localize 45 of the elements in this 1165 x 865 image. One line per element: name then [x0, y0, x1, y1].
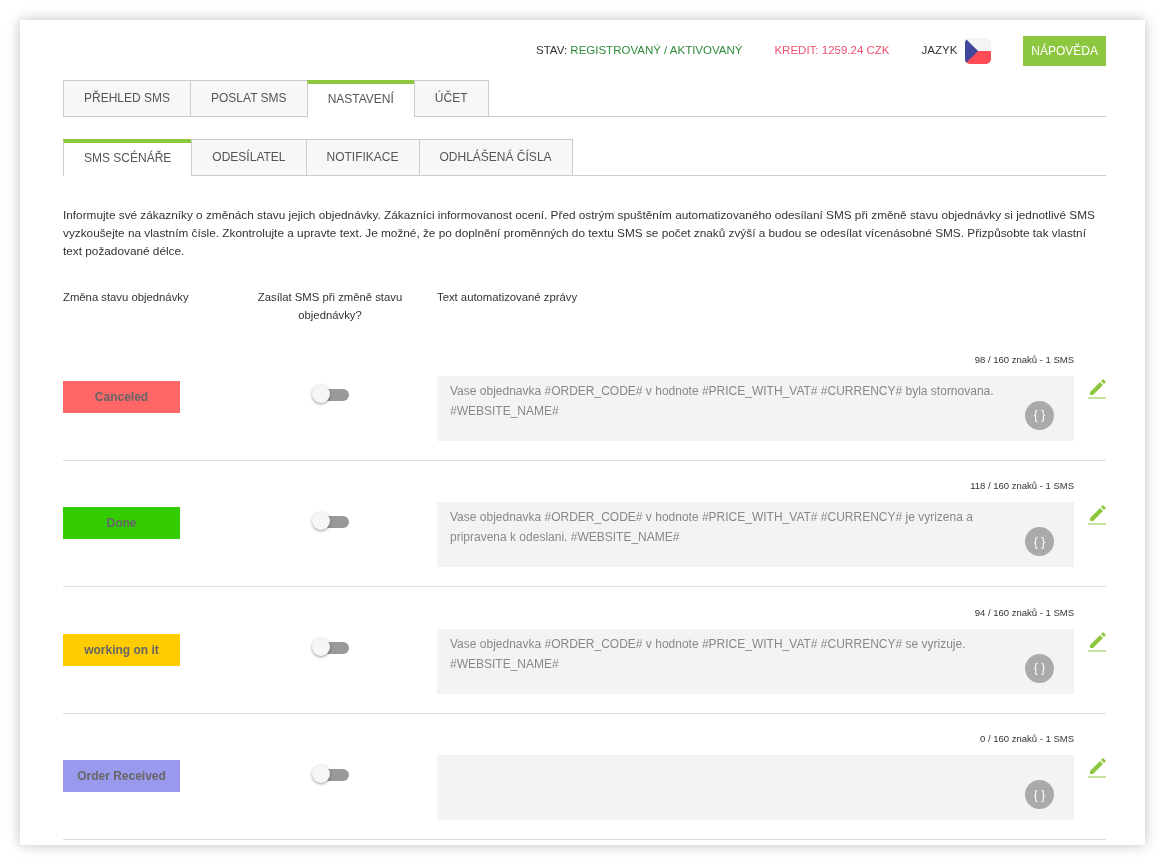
- column-header: Změna stavu objednávky: [63, 290, 190, 305]
- toggle-switch[interactable]: [311, 510, 349, 531]
- flag-icon[interactable]: [965, 38, 992, 64]
- message-text: Vase objednavka #ORDER_CODE# v hodnote #PRICE_WITH_VAT# #CURRENCY# byla stornovana. #WEBSITE_NAME#: [450, 383, 994, 418]
- character-counter: 94 / 160 znaků - 1 SMS: [973, 605, 1075, 620]
- character-counter: 98 / 160 znaků - 1 SMS: [973, 352, 1075, 367]
- toggle-switch[interactable]: [311, 637, 349, 658]
- message-field[interactable]: Vase objednavka #ORDER_CODE# v hodnote #PRICE_WITH_VAT# #CURRENCY# se vyrizuje. #WEBSITE_NAME# { }: [437, 628, 1074, 694]
- tab[interactable]: NOTIFIKACE: [305, 139, 420, 175]
- pencil-icon[interactable]: [1088, 756, 1106, 779]
- message-text: Vase objednavka #ORDER_CODE# v hodnote #PRICE_WITH_VAT# #CURRENCY# se vyrizuje. #WEBSITE_NAME#: [450, 636, 966, 671]
- pencil-icon[interactable]: [1088, 376, 1106, 399]
- tab[interactable]: ODHLÁŠENÁ ČÍSLA: [418, 139, 573, 175]
- pencil-icon[interactable]: [1088, 503, 1106, 526]
- language-label: JAZYK: [921, 43, 958, 59]
- tab[interactable]: ÚČET: [413, 80, 489, 116]
- status-label: Order Received: [63, 760, 180, 793]
- column-header: Zasílat SMS při změně stavu objednávky?: [256, 290, 404, 323]
- intro-text: Informujte své zákazníky o změnách stavu jejich objednávky. Zákazníci informovanost ocení. Před ostrým spuštěním automatizovaného odesílaní SMS při změně stavu objednávky si jednotlivé SMS vyzkoušejte na vlastním čísle. Zkontrolujte a upravte text. Je možné, že po doplnění proměnných do textu SMS se počet znaků zvýší a budou se odesílat vícenásobné SMS. Přizpůsobte tak vlastní text požadované délce.: [63, 207, 1096, 260]
- column-header: Text automatizované zprávy: [437, 290, 578, 305]
- character-counter: 118 / 160 znaků - 1 SMS: [969, 479, 1075, 494]
- status-label: Done: [63, 507, 180, 540]
- tab[interactable]: POSLAT SMS: [190, 80, 308, 116]
- message-field[interactable]: Vase objednavka #ORDER_CODE# v hodnote #PRICE_WITH_VAT# #CURRENCY# byla stornovana. #WEBSITE_NAME# { }: [437, 375, 1074, 441]
- credit-text: KREDIT: 1259.24 CZK: [774, 43, 890, 59]
- toggle-switch[interactable]: [311, 384, 349, 405]
- pencil-icon[interactable]: [1088, 629, 1106, 652]
- status-label: working on it: [63, 633, 180, 666]
- tab[interactable]: ODESÍLATEL: [191, 139, 307, 175]
- message-field[interactable]: { }: [437, 755, 1074, 821]
- variables-button[interactable]: { }: [1025, 400, 1054, 430]
- tab[interactable]: SMS SCÉNÁŘE: [63, 139, 193, 176]
- variables-button[interactable]: { }: [1025, 780, 1054, 810]
- status-value: REGISTROVANÝ / AKTIVOVANÝ: [570, 44, 743, 57]
- message-text: Vase objednavka #ORDER_CODE# v hodnote #PRICE_WITH_VAT# #CURRENCY# je vyrizena a pripravena k odeslani. #WEBSITE_NAME#: [450, 510, 973, 545]
- tab[interactable]: NASTAVENÍ: [306, 80, 415, 117]
- status-label: Canceled: [63, 380, 180, 413]
- tab[interactable]: PŘEHLED SMS: [63, 80, 192, 116]
- character-counter: 0 / 160 znaků - 1 SMS: [979, 732, 1075, 747]
- help-button[interactable]: NÁPOVĚDA: [1023, 36, 1106, 66]
- message-field[interactable]: Vase objednavka #ORDER_CODE# v hodnote #PRICE_WITH_VAT# #CURRENCY# je vyrizena a pripravena k odeslani. #WEBSITE_NAME# { }: [437, 502, 1074, 568]
- toggle-switch[interactable]: [311, 763, 349, 784]
- variables-button[interactable]: { }: [1025, 653, 1054, 683]
- variables-button[interactable]: { }: [1025, 527, 1054, 557]
- status-label: STAV:: [536, 44, 568, 57]
